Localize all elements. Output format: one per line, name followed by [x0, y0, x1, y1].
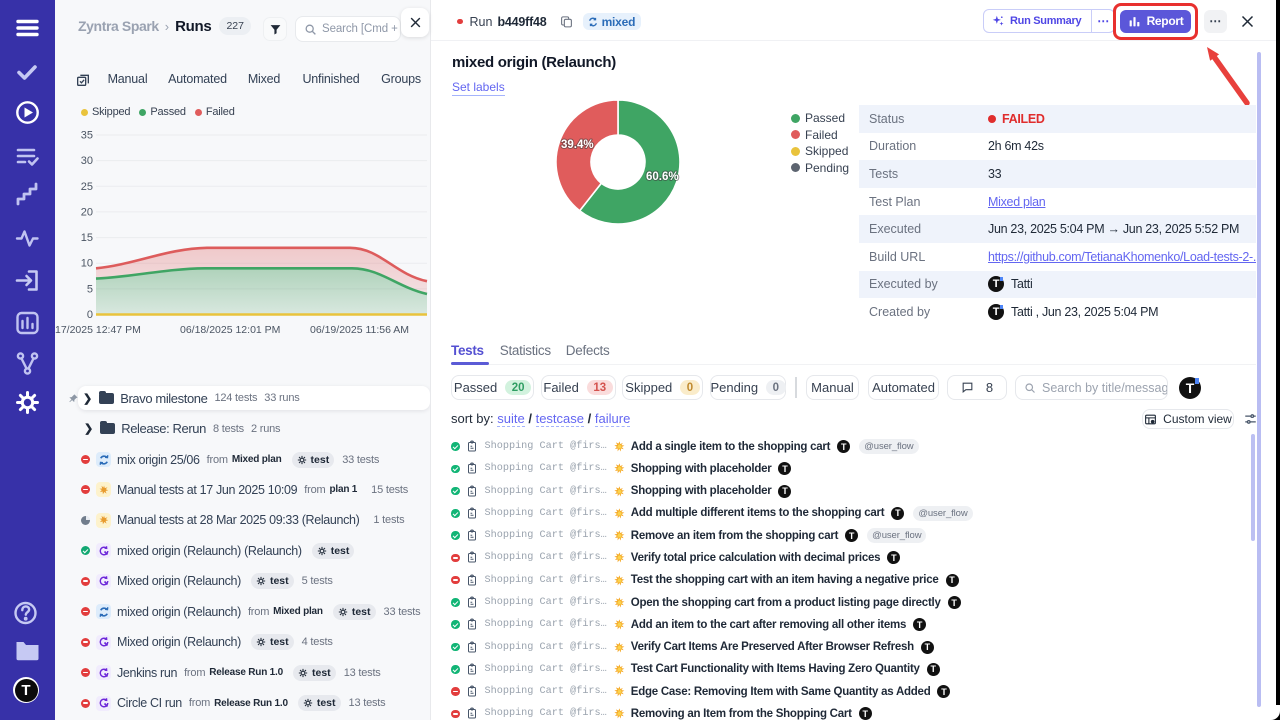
svg-text:10: 10	[81, 258, 93, 270]
svg-text:5: 5	[87, 283, 93, 295]
svg-text:30: 30	[81, 155, 93, 167]
svg-text:25: 25	[81, 181, 93, 193]
svg-text:35: 35	[81, 130, 93, 142]
svg-text:15: 15	[81, 232, 93, 244]
svg-text:39.4%: 39.4%	[561, 139, 594, 151]
svg-text:0: 0	[87, 309, 93, 321]
svg-text:20: 20	[81, 206, 93, 218]
svg-text:60.6%: 60.6%	[646, 171, 679, 183]
